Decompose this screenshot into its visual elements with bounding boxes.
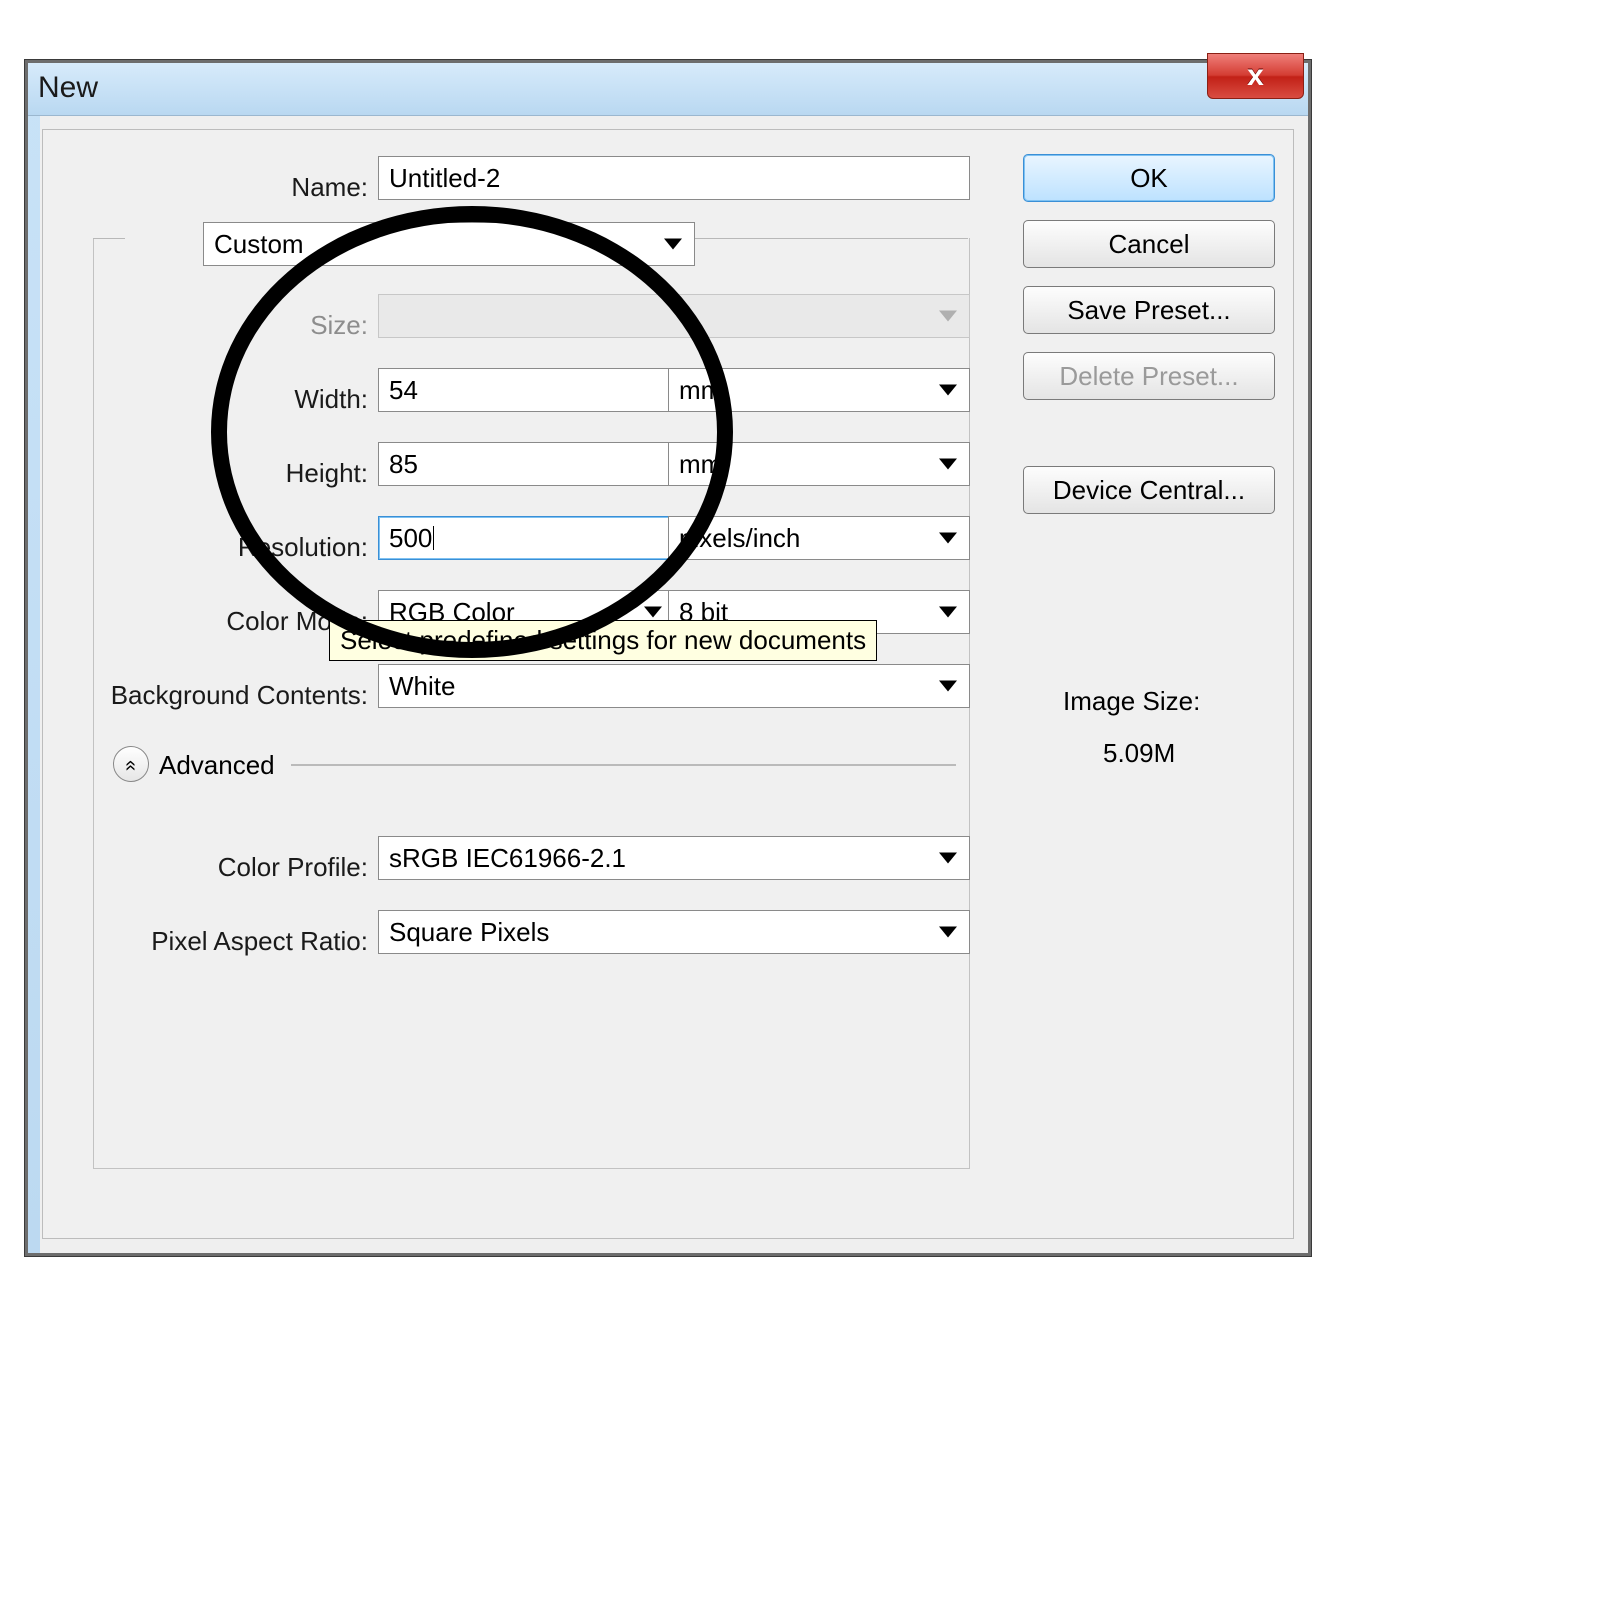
bg-contents-select[interactable]: White [378, 664, 970, 708]
height-unit-value: mm [679, 449, 722, 480]
name-input[interactable]: Untitled-2 [378, 156, 970, 200]
pixel-aspect-value: Square Pixels [389, 917, 549, 948]
height-value: 85 [389, 449, 418, 480]
image-size-value: 5.09M [1103, 738, 1175, 769]
advanced-label: Advanced [159, 750, 275, 781]
cancel-button[interactable]: Cancel [1023, 220, 1275, 268]
dialog-body: Name: Untitled-2 Preset: Custom Size: Wi… [42, 129, 1294, 1239]
chevron-down-icon [939, 385, 957, 396]
titlebar: New x [28, 63, 1308, 116]
color-profile-select[interactable]: sRGB IEC61966-2.1 [378, 836, 970, 880]
size-label: Size: [310, 310, 368, 341]
name-value: Untitled-2 [389, 163, 500, 194]
width-input[interactable]: 54 [378, 368, 675, 412]
size-select [378, 294, 970, 338]
chevron-down-icon [939, 311, 957, 322]
name-label: Name: [291, 172, 368, 203]
group-top-right-line [683, 238, 968, 239]
delete-preset-button: Delete Preset... [1023, 352, 1275, 400]
save-preset-button[interactable]: Save Preset... [1023, 286, 1275, 334]
chevron-down-icon [939, 607, 957, 618]
text-caret [433, 526, 434, 550]
height-input[interactable]: 85 [378, 442, 675, 486]
width-unit-select[interactable]: mm [668, 368, 970, 412]
window-title: New [38, 71, 98, 105]
preset-select[interactable]: Custom [203, 222, 695, 266]
resolution-label: Resolution: [238, 532, 368, 563]
height-label: Height: [286, 458, 368, 489]
chevron-down-icon [939, 853, 957, 864]
resolution-unit-select[interactable]: pixels/inch [668, 516, 970, 560]
chevron-down-icon [644, 607, 662, 618]
window-left-edge [28, 63, 40, 1253]
width-unit-value: mm [679, 375, 722, 406]
pixel-aspect-label: Pixel Aspect Ratio: [151, 926, 368, 957]
ok-button[interactable]: OK [1023, 154, 1275, 202]
chevron-down-icon [939, 533, 957, 544]
chevron-down-icon [939, 927, 957, 938]
chevron-down-icon [664, 239, 682, 250]
color-profile-value: sRGB IEC61966-2.1 [389, 843, 626, 874]
color-profile-label: Color Profile: [218, 852, 368, 883]
image-size-label: Image Size: [1063, 686, 1200, 717]
resolution-value: 500 [389, 523, 432, 554]
preset-tooltip: Select predefined settings for new docum… [329, 620, 877, 661]
group-top-left-line [93, 238, 125, 239]
advanced-divider [291, 764, 956, 766]
advanced-toggle[interactable]: « [113, 746, 149, 782]
close-button[interactable]: x [1207, 53, 1304, 99]
height-unit-select[interactable]: mm [668, 442, 970, 486]
bg-contents-value: White [389, 671, 455, 702]
chevron-up-icon: « [121, 760, 141, 768]
new-document-dialog: New x Name: Untitled-2 Preset: Custom Si… [25, 60, 1311, 1256]
bg-contents-label: Background Contents: [111, 680, 368, 711]
chevron-down-icon [939, 459, 957, 470]
resolution-unit-value: pixels/inch [679, 523, 800, 554]
close-icon: x [1247, 59, 1264, 93]
pixel-aspect-select[interactable]: Square Pixels [378, 910, 970, 954]
width-value: 54 [389, 375, 418, 406]
width-label: Width: [294, 384, 368, 415]
device-central-button[interactable]: Device Central... [1023, 466, 1275, 514]
preset-value: Custom [214, 229, 304, 260]
resolution-input[interactable]: 500 [378, 516, 675, 560]
chevron-down-icon [939, 681, 957, 692]
